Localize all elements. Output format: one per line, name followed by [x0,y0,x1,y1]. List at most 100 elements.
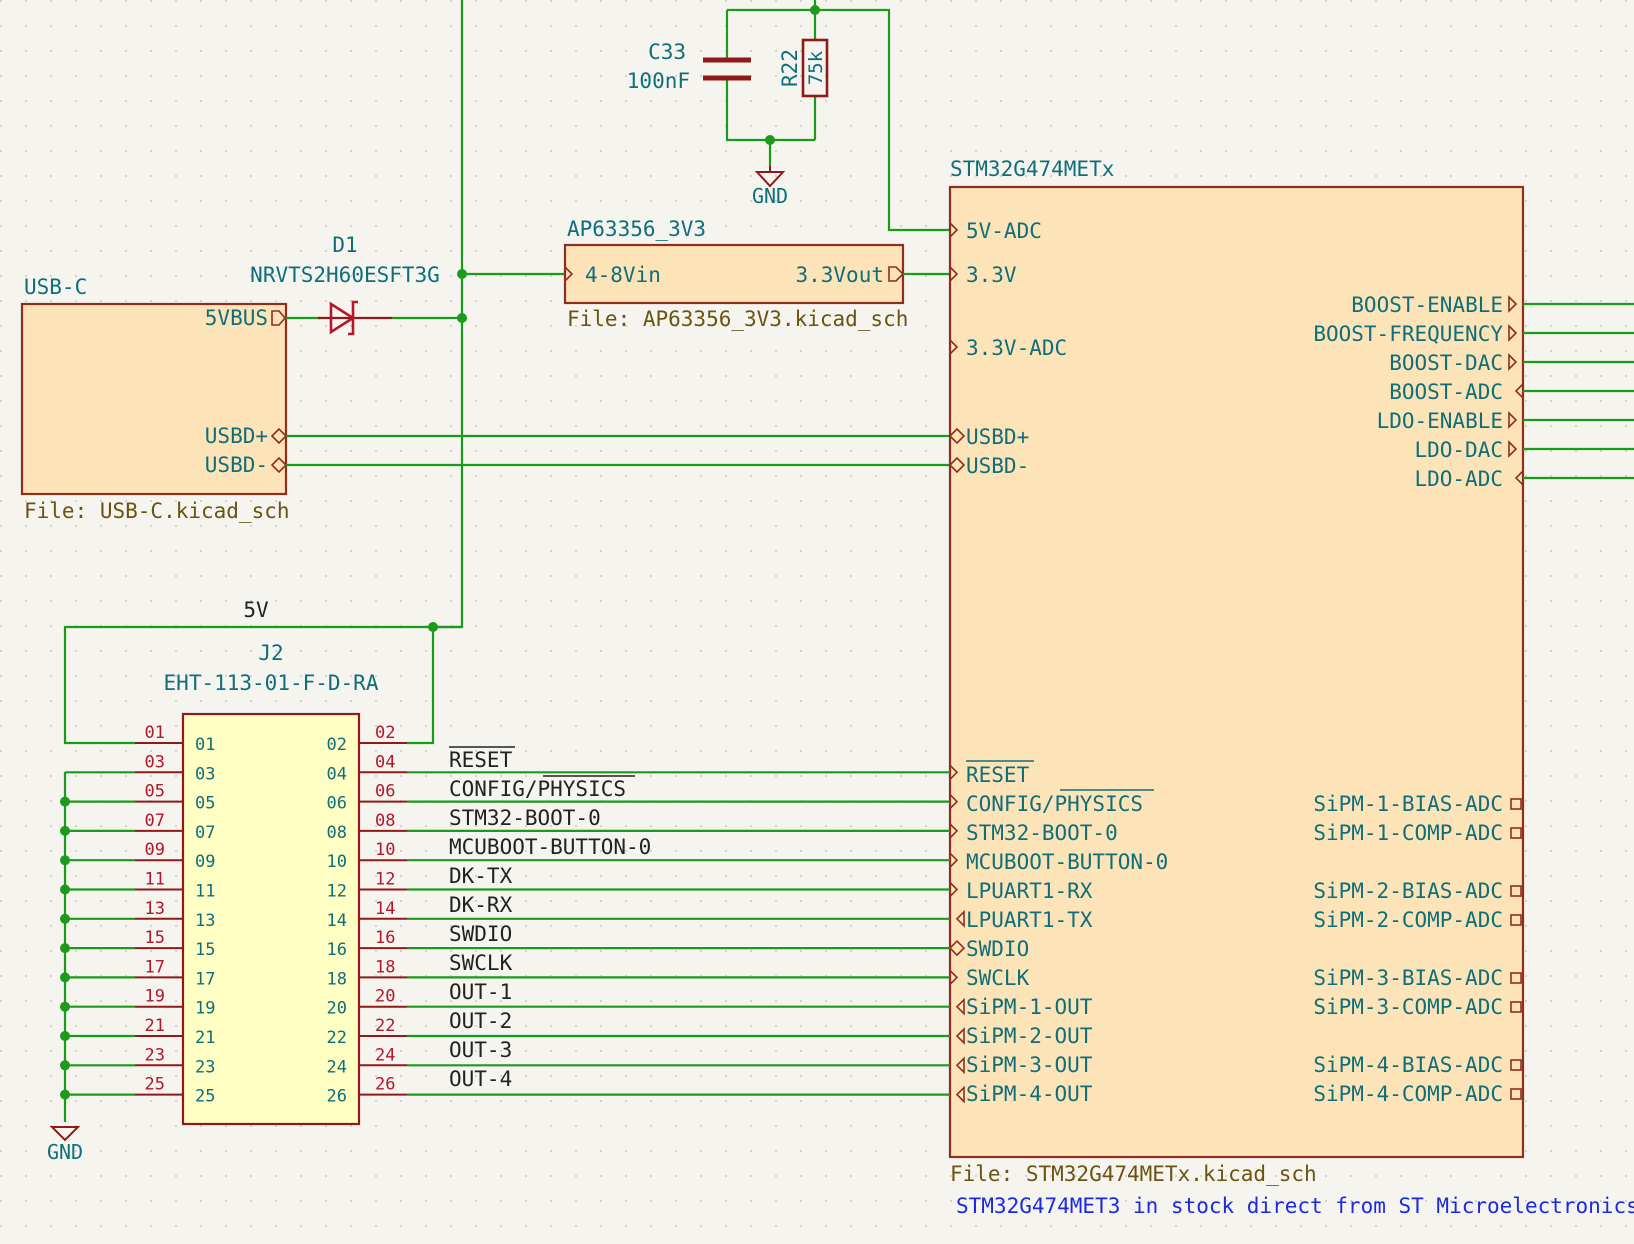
junction [810,5,820,15]
junction [457,269,467,279]
pin-name: 26 [327,1087,347,1107]
net-label-swclk: SWCLK [449,951,513,975]
junction [60,884,70,895]
pin-name: 09 [195,852,215,872]
stm-pin-sipm-1-bias-adc: SiPM-1-BIAS-ADC [1313,792,1503,816]
sheet-usb-c[interactable]: USB-C File: USB-C.kicad_sch 5VBUS USBD+ … [20,275,290,523]
sheet-pin-3v3out: 3.3Vout [795,263,884,287]
pin-number: 07 [145,811,165,831]
net-label-swdio: SWDIO [449,922,512,946]
stm-pin-reset: RESET [966,763,1030,787]
net-label-dk-tx: DK-TX [449,864,513,888]
junction [60,943,70,954]
sheet-usb-c-file: File: USB-C.kicad_sch [24,499,290,523]
schematic-canvas[interactable]: C33 100nF R22 75k GND USB-C File: USB-C.… [0,0,1634,1244]
stm-pin-sipm-3-comp-adc: SiPM-3-COMP-ADC [1313,995,1503,1019]
pin-number: 15 [145,928,165,948]
sheet-ap63356-file: File: AP63356_3V3.kicad_sch [567,307,908,331]
junction [765,135,775,145]
stm-pin-boost-frequency: BOOST-FREQUENCY [1313,322,1503,346]
r22-ref: R22 [778,49,802,87]
pin-number: 10 [375,840,395,860]
stm-pin-sipm-4-out: SiPM-4-OUT [966,1082,1093,1106]
pin-name: 13 [195,911,215,931]
junction [60,972,70,983]
junction [60,796,70,807]
junction [60,1031,70,1041]
d1-value: NRVTS2H60ESFT3G [250,263,440,287]
pin-name: 12 [327,882,347,902]
pin-number: 19 [145,987,165,1007]
junction [457,313,467,323]
pin-name: 06 [327,794,347,814]
stm-pin-config-physics: CONFIG/PHYSICS [966,792,1143,816]
stm-pin-lpuart1-tx: LPUART1-TX [966,908,1093,932]
stm-pin-sipm-3-bias-adc: SiPM-3-BIAS-ADC [1313,966,1503,990]
pin-name: 24 [327,1057,347,1077]
d1-ref: D1 [332,233,357,257]
sheet-stm32-file: File: STM32G474METx.kicad_sch [950,1162,1317,1186]
pin-name: 16 [327,940,347,960]
pin-name: 02 [327,735,347,755]
footnote: STM32G474MET3 in stock direct from ST Mi… [956,1194,1634,1218]
stm-pin-3v3: 3.3V [966,263,1017,287]
net-label-out-1: OUT-1 [449,980,512,1004]
c33-ref: C33 [648,40,686,64]
net-label-dk-rx: DK-RX [449,893,513,917]
stm-pin-sipm-2-comp-adc: SiPM-2-COMP-ADC [1313,908,1503,932]
stm-pin-swclk: SWCLK [966,966,1030,990]
pin-number: 11 [145,870,165,890]
stm-pin-swdio: SWDIO [966,937,1029,961]
stm-pin-5v-adc: 5V-ADC [966,219,1042,243]
sheet-stm32[interactable]: STM32G474METx File: STM32G474METx.kicad_… [948,157,1525,1186]
stm-pin-boost-adc: BOOST-ADC [1389,380,1503,404]
pin-name: 08 [327,823,347,843]
pin-number: 09 [145,840,165,860]
net-label-out-3: OUT-3 [449,1038,512,1062]
pin-number: 14 [375,899,395,919]
pin-name: 01 [195,735,215,755]
pin-number: 01 [145,723,165,743]
junction [60,1060,70,1071]
sheet-usb-c-name: USB-C [24,275,87,299]
junction [60,913,70,924]
pin-name: 20 [327,999,347,1019]
j2-value: EHT-113-01-F-D-RA [164,671,379,695]
r22-value: 75k [805,50,827,85]
pin-number: 17 [145,957,165,977]
pin-number: 24 [375,1045,395,1065]
pin-name: 25 [195,1087,215,1107]
net-label-config-physics: CONFIG/PHYSICS [449,777,626,801]
pin-name: 07 [195,823,215,843]
stm-pin-sipm-4-bias-adc: SiPM-4-BIAS-ADC [1313,1053,1503,1077]
pin-name: 18 [327,969,347,989]
pin-number: 13 [145,899,165,919]
pin-number: 23 [145,1045,165,1065]
c33-value: 100nF [627,69,690,93]
stm-pin-mcuboot-button-0: MCUBOOT-BUTTON-0 [966,850,1168,874]
pin-number: 12 [375,870,395,890]
net-label-out-2: OUT-2 [449,1009,512,1033]
net-label-reset: RESET [449,748,513,772]
pin-number: 18 [375,957,395,977]
stm-pin-ldo-adc: LDO-ADC [1414,467,1503,491]
sheet-ap63356-name: AP63356_3V3 [567,217,706,241]
stm-pin-ldo-dac: LDO-DAC [1414,438,1503,462]
stm-pin-sipm-2-bias-adc: SiPM-2-BIAS-ADC [1313,879,1503,903]
stm-pin-lpuart1-rx: LPUART1-RX [966,879,1093,903]
pin-number: 21 [145,1016,165,1036]
pin-name: 15 [195,940,215,960]
stm-pin-ldo-enable: LDO-ENABLE [1377,409,1503,433]
pin-number: 26 [375,1075,395,1095]
stm-pin-sipm-4-comp-adc: SiPM-4-COMP-ADC [1313,1082,1503,1106]
stm-pin-sipm-1-out: SiPM-1-OUT [966,995,1093,1019]
stm-pin-usbd-plus: USBD+ [966,425,1029,449]
sheet-pin-usbd-plus: USBD+ [205,424,268,448]
gnd-top-label: GND [752,184,788,208]
pin-name: 05 [195,794,215,814]
pin-number: 02 [375,723,395,743]
pin-number: 04 [375,752,395,772]
pin-number: 16 [375,928,395,948]
sheet-stm32-name: STM32G474METx [950,157,1114,181]
sheet-pin-4-8vin: 4-8Vin [585,263,661,287]
